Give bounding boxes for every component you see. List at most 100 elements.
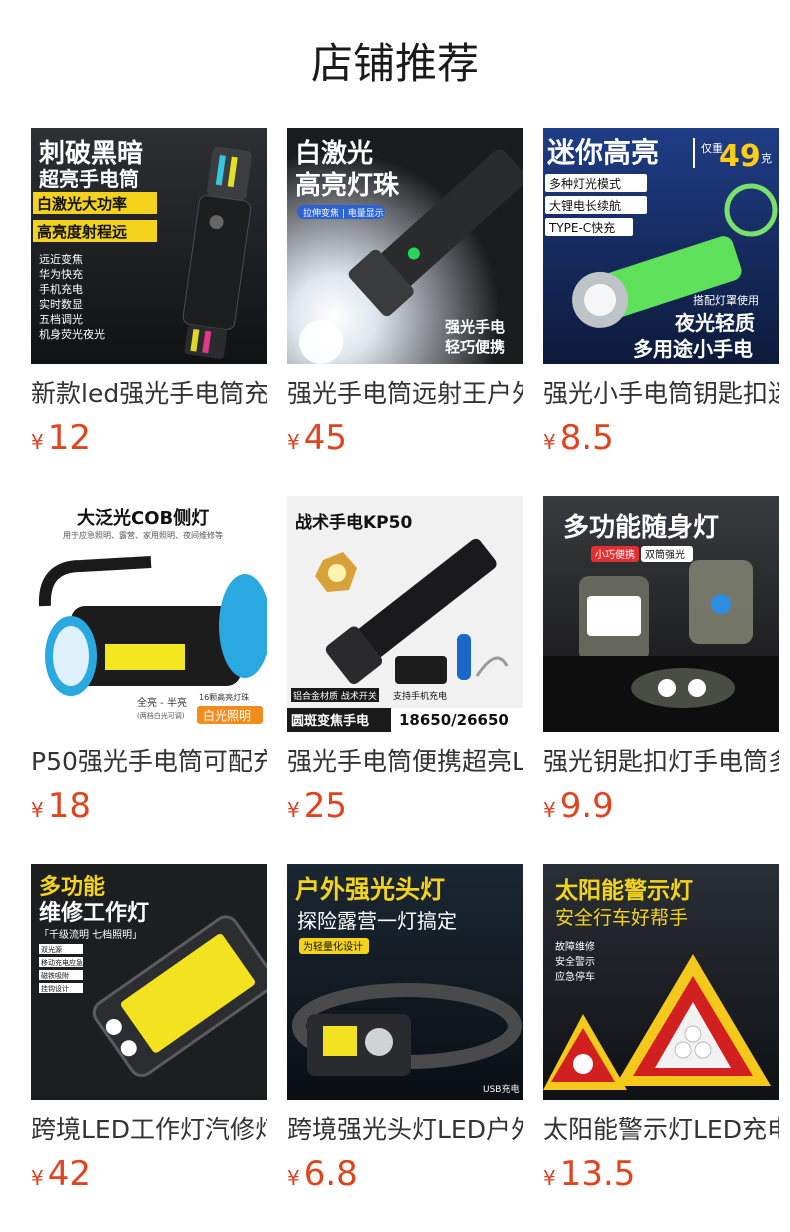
- product-card[interactable]: 多功能 维修工作灯 「千级流明 七档照明」 双光源 移动充电应急 磁铁吸附 挂钩…: [31, 864, 267, 1232]
- product-title[interactable]: 强光手电筒远射王户外: [287, 378, 523, 412]
- image-text: 白激光大功率: [37, 195, 127, 213]
- product-card[interactable]: 户外强光头灯 探险露营一灯搞定 为轻量化设计 USB充电 跨境强光头灯LED户外…: [287, 864, 523, 1232]
- image-text: 强光手电: [445, 318, 505, 336]
- image-text: 迷你高亮: [547, 136, 659, 169]
- image-text: 铝合金材质 战术开关: [293, 690, 377, 702]
- image-text: 16颗高亮灯珠: [199, 692, 249, 702]
- product-title[interactable]: 跨境LED工作灯汽修灯: [31, 1114, 267, 1148]
- image-text: 支持手机充电: [393, 690, 447, 702]
- product-title[interactable]: 跨境强光头灯LED户外: [287, 1114, 523, 1148]
- product-card[interactable]: 多功能随身灯 小巧便携 双筒强光 强光钥匙扣灯手电筒多功能 ¥9.9: [543, 496, 779, 864]
- price-value: 18: [47, 786, 91, 826]
- svg-text:手机充电: 手机充电: [39, 282, 83, 296]
- price-value: 9.9: [559, 786, 614, 826]
- product-title[interactable]: 新款led强光手电筒充电: [31, 378, 267, 412]
- image-text: 双筒强光: [645, 548, 685, 561]
- price-value: 8.5: [559, 418, 614, 458]
- currency-symbol: ¥: [287, 798, 300, 822]
- price-value: 12: [47, 418, 91, 458]
- product-image[interactable]: 战术手电KP50 铝合金材质 战术开关 支持手机充电 圆斑变焦手电 18650/…: [287, 496, 523, 732]
- svg-text:华为快充: 华为快充: [39, 267, 83, 281]
- product-image[interactable]: 户外强光头灯 探险露营一灯搞定 为轻量化设计 USB充电: [287, 864, 523, 1100]
- image-text: 维修工作灯: [39, 900, 149, 926]
- product-title[interactable]: P50强光手电筒可配充电: [31, 746, 267, 780]
- image-text: 刺破黑暗: [39, 139, 143, 169]
- product-card[interactable]: 刺破黑暗 超亮手电筒 白激光大功率 高亮度射程远 远近变焦 华为快充 手机充电 …: [31, 128, 267, 496]
- price-value: 13.5: [559, 1154, 636, 1194]
- image-text: 圆斑变焦手电: [291, 713, 369, 729]
- product-price: ¥25: [287, 786, 347, 826]
- image-text: 小巧便携: [595, 548, 635, 561]
- image-text: 轻巧便携: [445, 338, 505, 356]
- image-text: 超亮手电筒: [38, 167, 139, 191]
- image-text: 全亮 - 半亮: [137, 696, 187, 709]
- product-price: ¥9.9: [543, 786, 614, 826]
- product-image[interactable]: 多功能随身灯 小巧便携 双筒强光: [543, 496, 779, 732]
- page-title: 店铺推荐: [310, 39, 479, 88]
- image-text: 大泛光COB侧灯: [77, 507, 209, 529]
- product-price: ¥45: [287, 418, 347, 458]
- currency-symbol: ¥: [287, 430, 300, 454]
- product-card[interactable]: 大泛光COB侧灯 用于应急照明、露营、家用照明、夜间维修等 全亮 - 半亮 (两…: [31, 496, 267, 864]
- product-title[interactable]: 强光小手电筒钥匙扣迷你: [543, 378, 779, 412]
- product-card[interactable]: 迷你高亮 仅重 49 克 多种灯光模式 大锂电长续航 TYPE-C快充 搭配灯罩…: [543, 128, 779, 496]
- currency-symbol: ¥: [543, 430, 556, 454]
- product-price: ¥8.5: [543, 418, 614, 458]
- image-text: 夜光轻质: [674, 311, 755, 335]
- currency-symbol: ¥: [31, 798, 44, 822]
- image-text: USB充电: [483, 1083, 519, 1095]
- image-text: 搭配灯罩使用: [693, 294, 759, 307]
- product-price: ¥6.8: [287, 1154, 358, 1194]
- image-text: 多功能随身灯: [563, 512, 719, 543]
- svg-text:挂钩设计: 挂钩设计: [41, 984, 69, 993]
- product-image[interactable]: 太阳能警示灯 安全行车好帮手 故障维修 安全警示 应急停车: [543, 864, 779, 1100]
- product-image[interactable]: 大泛光COB侧灯 用于应急照明、露营、家用照明、夜间维修等 全亮 - 半亮 (两…: [31, 496, 267, 732]
- currency-symbol: ¥: [543, 1166, 556, 1190]
- currency-symbol: ¥: [287, 1166, 300, 1190]
- svg-text:远近变焦: 远近变焦: [39, 252, 83, 266]
- image-text: TYPE-C快充: [548, 220, 615, 235]
- product-title[interactable]: 强光手电筒便携超亮LED: [287, 746, 523, 780]
- product-image[interactable]: 白激光 高亮灯珠 拉伸变焦 | 电量显示 强光手电 轻巧便携: [287, 128, 523, 364]
- image-text: 太阳能警示灯: [555, 877, 693, 904]
- price-value: 25: [303, 786, 347, 826]
- product-price: ¥42: [31, 1154, 91, 1194]
- image-text: 用于应急照明、露营、家用照明、夜间维修等: [63, 530, 223, 540]
- image-text: 多用途小手电: [633, 337, 753, 361]
- price-value: 42: [47, 1154, 91, 1194]
- image-text: 安全行车好帮手: [555, 907, 688, 929]
- product-card[interactable]: 战术手电KP50 铝合金材质 战术开关 支持手机充电 圆斑变焦手电 18650/…: [287, 496, 523, 864]
- image-text: (两档白光可调): [137, 711, 185, 720]
- image-text: 49: [719, 139, 761, 174]
- image-text: 多功能: [39, 874, 105, 900]
- image-text: 为轻量化设计: [303, 940, 363, 953]
- product-image[interactable]: 多功能 维修工作灯 「千级流明 七档照明」 双光源 移动充电应急 磁铁吸附 挂钩…: [31, 864, 267, 1100]
- svg-text:应急停车: 应急停车: [555, 970, 595, 983]
- product-card[interactable]: 太阳能警示灯 安全行车好帮手 故障维修 安全警示 应急停车 太阳能警示灯LED充…: [543, 864, 779, 1232]
- currency-symbol: ¥: [31, 430, 44, 454]
- image-text: 白激光: [295, 138, 373, 169]
- product-price: ¥13.5: [543, 1154, 635, 1194]
- svg-text:磁铁吸附: 磁铁吸附: [41, 971, 69, 980]
- image-text: 多种灯光模式: [549, 177, 621, 191]
- product-price: ¥18: [31, 786, 91, 826]
- svg-text:故障维修: 故障维修: [555, 940, 595, 953]
- product-title[interactable]: 太阳能警示灯LED充电: [543, 1114, 779, 1148]
- price-value: 6.8: [303, 1154, 358, 1194]
- product-card[interactable]: 白激光 高亮灯珠 拉伸变焦 | 电量显示 强光手电 轻巧便携 强光手电筒远射王户…: [287, 128, 523, 496]
- price-value: 45: [303, 418, 347, 458]
- product-title[interactable]: 强光钥匙扣灯手电筒多功能: [543, 746, 779, 780]
- image-text: 「千级流明 七档照明」: [39, 928, 142, 941]
- product-image[interactable]: 迷你高亮 仅重 49 克 多种灯光模式 大锂电长续航 TYPE-C快充 搭配灯罩…: [543, 128, 779, 364]
- product-price: ¥12: [31, 418, 91, 458]
- currency-symbol: ¥: [543, 798, 556, 822]
- product-image[interactable]: 刺破黑暗 超亮手电筒 白激光大功率 高亮度射程远 远近变焦 华为快充 手机充电 …: [31, 128, 267, 364]
- svg-text:双光源: 双光源: [41, 945, 62, 954]
- svg-text:安全警示: 安全警示: [555, 955, 595, 968]
- image-text: 战术手电KP50: [295, 512, 412, 533]
- image-text: 白光照明: [203, 708, 251, 723]
- image-text: 探险露营一灯搞定: [297, 909, 457, 933]
- currency-symbol: ¥: [31, 1166, 44, 1190]
- image-text: 拉伸变焦 | 电量显示: [303, 207, 384, 219]
- svg-text:五档调光: 五档调光: [39, 312, 83, 326]
